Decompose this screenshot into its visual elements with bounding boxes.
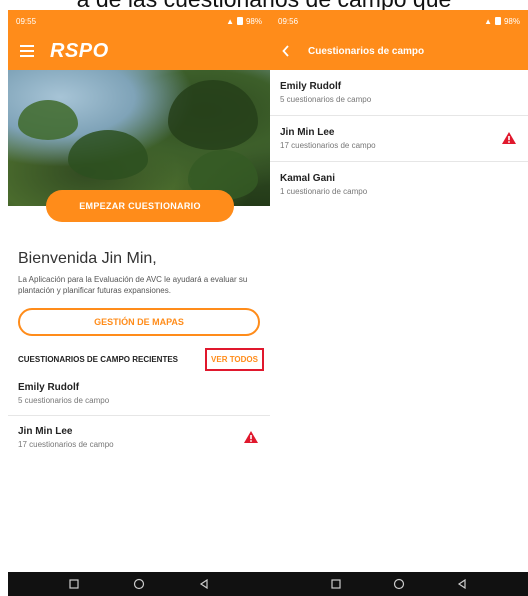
back-arrow-icon[interactable] xyxy=(282,44,296,58)
battery-level: 98% xyxy=(245,16,262,26)
home-screen: 09:55 ▲ 98% RSPO EMPEZAR CUESTIONARIO Bi… xyxy=(8,10,270,596)
app-bar: RSPO xyxy=(8,32,270,70)
status-icons: ▲ 98% xyxy=(484,17,520,26)
back-nav-icon[interactable] xyxy=(197,577,211,591)
status-icons: ▲ 98% xyxy=(226,17,262,26)
start-questionnaire-button[interactable]: EMPEZAR CUESTIONARIO xyxy=(46,190,234,222)
see-all-link[interactable]: VER TODOS xyxy=(205,347,264,371)
list-item[interactable]: Jin Min Lee 17 cuestionarios de campo xyxy=(8,416,270,459)
battery-icon xyxy=(236,17,243,25)
system-nav-bar xyxy=(270,572,528,596)
item-count: 5 cuestionarios de campo xyxy=(280,95,372,104)
system-nav-bar xyxy=(8,572,270,596)
signal-icon: ▲ xyxy=(484,16,492,26)
battery-level: 98% xyxy=(503,16,520,26)
list-item[interactable]: Emily Rudolf 5 cuestionarios de campo xyxy=(270,70,528,116)
item-name: Jin Min Lee xyxy=(18,426,73,437)
home-icon[interactable] xyxy=(132,577,146,591)
item-count: 1 cuestionario de campo xyxy=(280,187,368,196)
item-name: Kamal Gani xyxy=(280,173,336,184)
palm-leaf-shape xyxy=(68,130,148,180)
item-name: Emily Rudolf xyxy=(18,382,80,393)
palm-leaf-shape xyxy=(18,100,78,140)
welcome-heading: Bienvenida Jin Min, xyxy=(18,250,157,267)
warning-icon xyxy=(244,430,258,443)
item-name: Emily Rudolf xyxy=(280,81,342,92)
signal-icon: ▲ xyxy=(226,16,234,26)
status-bar: 09:56 ▲ 98% xyxy=(270,10,528,32)
status-bar: 09:55 ▲ 98% xyxy=(8,10,270,32)
hero-image xyxy=(8,70,270,206)
list-item[interactable]: Jin Min Lee 17 cuestionarios de campo xyxy=(270,116,528,162)
item-count: 5 cuestionarios de campo xyxy=(18,396,110,405)
warning-icon xyxy=(502,131,516,144)
back-nav-icon[interactable] xyxy=(455,577,469,591)
menu-icon[interactable] xyxy=(20,45,34,57)
item-count: 17 cuestionarios de campo xyxy=(280,141,376,150)
palm-leaf-shape xyxy=(168,80,258,150)
recent-title: CUESTIONARIOS DE CAMPO RECIENTES xyxy=(18,354,179,364)
item-count: 17 cuestionarios de campo xyxy=(18,440,114,449)
status-time: 09:56 xyxy=(278,16,299,26)
screen-title: Cuestionarios de campo xyxy=(308,45,425,57)
recents-icon[interactable] xyxy=(329,577,343,591)
map-management-button[interactable]: GESTIÓN DE MAPAS xyxy=(18,308,260,336)
recent-header: CUESTIONARIOS DE CAMPO RECIENTES VER TOD… xyxy=(8,336,270,372)
questionnaires-screen: 09:56 ▲ 98% Cuestionarios de campo Emily… xyxy=(270,10,528,596)
brand-logo: RSPO xyxy=(50,39,109,62)
status-time: 09:55 xyxy=(16,16,37,26)
home-icon[interactable] xyxy=(392,577,406,591)
start-button-wrap: EMPEZAR CUESTIONARIO xyxy=(8,190,270,246)
intro-text: La Aplicación para la Evaluación de AVC … xyxy=(18,275,248,295)
recents-icon[interactable] xyxy=(67,577,81,591)
battery-icon xyxy=(494,17,501,25)
app-bar: Cuestionarios de campo xyxy=(270,32,528,70)
list-item[interactable]: Emily Rudolf 5 cuestionarios de campo xyxy=(8,372,270,416)
list-item[interactable]: Kamal Gani 1 cuestionario de campo xyxy=(270,162,528,207)
item-name: Jin Min Lee xyxy=(280,127,335,138)
